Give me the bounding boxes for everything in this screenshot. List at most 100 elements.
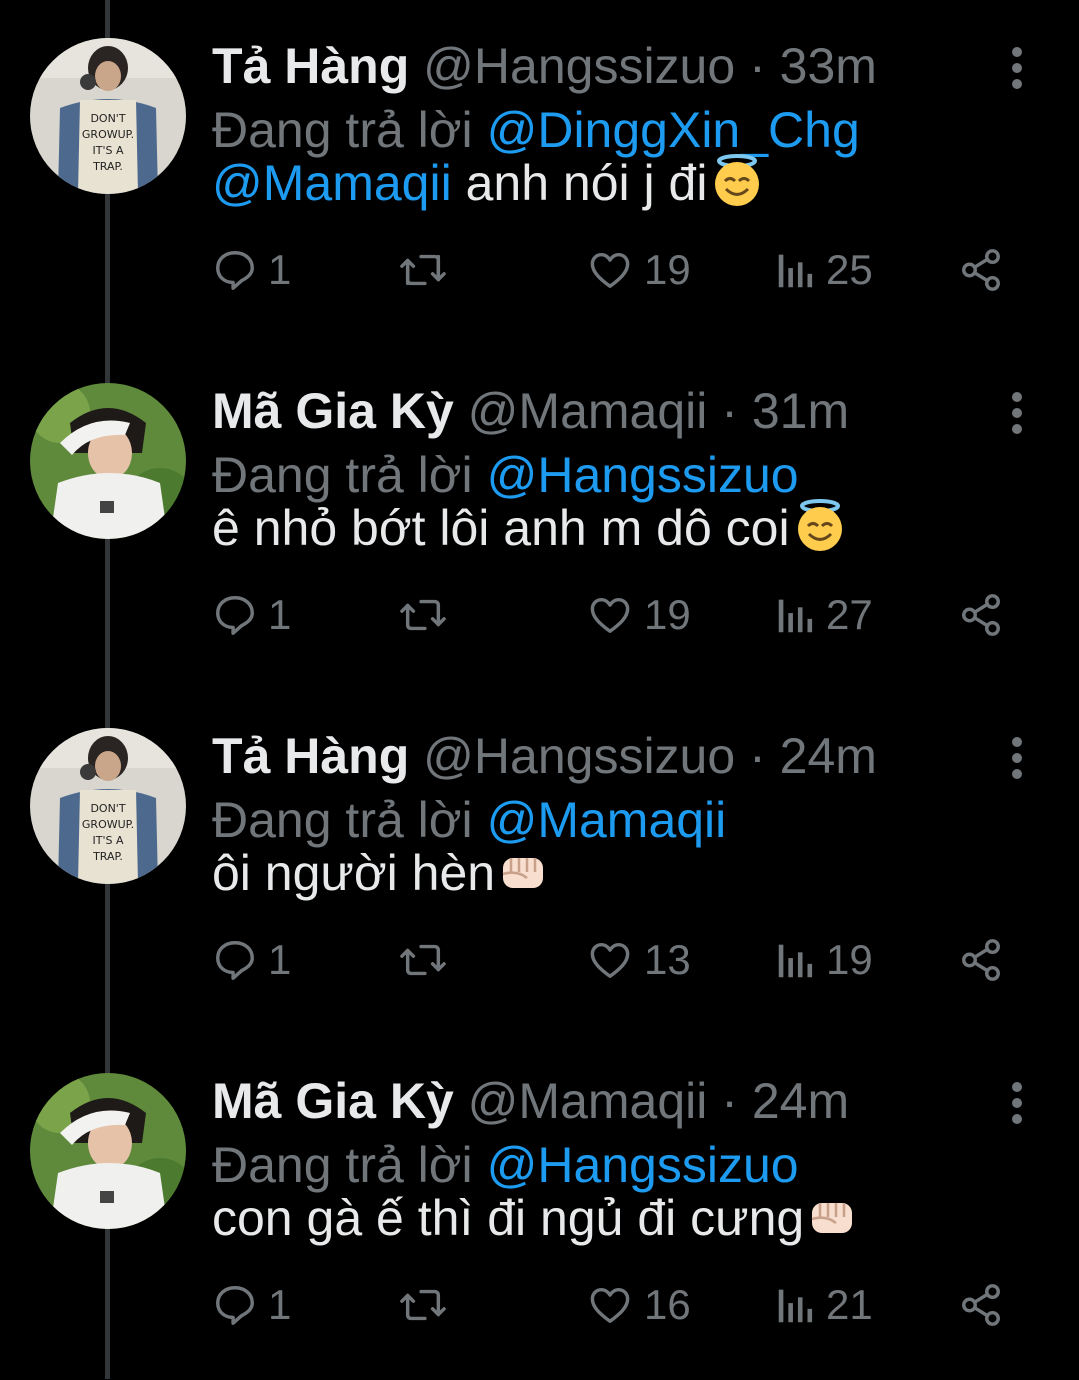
avatar-text: IT'S A: [93, 144, 124, 157]
share-button[interactable]: [958, 240, 1004, 300]
share-button[interactable]: [958, 930, 1004, 990]
avatar-text: DON'T: [90, 802, 125, 815]
timestamp[interactable]: 24m: [752, 1073, 849, 1129]
heart-icon: [586, 1282, 634, 1328]
display-name[interactable]: Tả Hàng: [212, 38, 409, 94]
view-count: 25: [826, 246, 873, 293]
tweet-text-content: anh nói j đi: [451, 155, 708, 211]
tweet-text: @Mamaqii anh nói j đi: [212, 150, 765, 224]
like-button[interactable]: 16: [586, 1275, 691, 1335]
user-handle[interactable]: @Mamaqii: [468, 383, 708, 439]
tweet-actions: 1 19 25: [212, 240, 1032, 300]
reply-button[interactable]: 1: [212, 1275, 291, 1335]
display-name[interactable]: Tả Hàng: [212, 728, 409, 784]
heart-icon: [586, 937, 634, 983]
avatar-text: GROWUP.: [82, 128, 134, 141]
retweet-button[interactable]: [398, 1275, 448, 1335]
analytics-icon: [776, 937, 816, 983]
share-icon: [958, 592, 1004, 638]
separator: ·: [749, 38, 766, 94]
tweet-text: con gà ế thì đi ngủ đi cưng: [212, 1185, 858, 1259]
timestamp[interactable]: 24m: [780, 728, 877, 784]
tweet-text: ê nhỏ bớt lôi anh m dô coi: [212, 495, 848, 569]
reply-count: 1: [268, 1281, 292, 1328]
avatar-text: DON'T: [90, 112, 125, 125]
tweet[interactable]: Mã Gia Kỳ @Mamaqii · 24m Đang trả lời @H…: [0, 1035, 1079, 1380]
tweet-text: ôi người hèn: [212, 840, 549, 914]
timestamp[interactable]: 33m: [780, 38, 877, 94]
like-count: 13: [644, 936, 691, 983]
retweet-icon: [398, 592, 448, 638]
view-count: 27: [826, 591, 873, 638]
tweet[interactable]: DON'T GROWUP. IT'S A TRAP. Tả Hàng @Hang…: [0, 0, 1079, 345]
avatar[interactable]: DON'T GROWUP. IT'S A TRAP.: [30, 728, 186, 884]
separator: ·: [721, 1073, 738, 1129]
like-button[interactable]: 19: [586, 240, 691, 300]
tweet-header: Tả Hàng @Hangssizuo · 33m: [212, 35, 877, 97]
display-name[interactable]: Mã Gia Kỳ: [212, 1073, 454, 1129]
tweet-text-content: con gà ế thì đi ngủ đi cưng: [212, 1190, 805, 1246]
tweet-actions: 1 16 21: [212, 1275, 1032, 1335]
reply-count: 1: [268, 246, 292, 293]
avatar[interactable]: [30, 1073, 186, 1229]
user-handle[interactable]: @Mamaqii: [468, 1073, 708, 1129]
like-count: 16: [644, 1281, 691, 1328]
tweet-header: Mã Gia Kỳ @Mamaqii · 24m: [212, 1070, 849, 1132]
more-options-icon[interactable]: [1000, 1077, 1034, 1129]
tweet-actions: 1 13 19: [212, 930, 1032, 990]
views-button[interactable]: 19: [776, 930, 873, 990]
retweet-icon: [398, 1282, 448, 1328]
reply-button[interactable]: 1: [212, 585, 291, 645]
retweet-button[interactable]: [398, 585, 448, 645]
reply-count: 1: [268, 936, 292, 983]
more-options-icon[interactable]: [1000, 42, 1034, 94]
avatar[interactable]: DON'T GROWUP. IT'S A TRAP.: [30, 38, 186, 194]
retweet-button[interactable]: [398, 240, 448, 300]
tweet-text-content: ôi người hèn: [212, 845, 496, 901]
view-count: 21: [826, 1281, 873, 1328]
tweet-header: Tả Hàng @Hangssizuo · 24m: [212, 725, 877, 787]
like-button[interactable]: 13: [586, 930, 691, 990]
share-icon: [958, 937, 1004, 983]
retweet-icon: [398, 247, 448, 293]
more-options-icon[interactable]: [1000, 387, 1034, 439]
tweet[interactable]: Mã Gia Kỳ @Mamaqii · 31m Đang trả lời @H…: [0, 345, 1079, 690]
share-button[interactable]: [958, 1275, 1004, 1335]
user-handle[interactable]: @Hangssizuo: [423, 38, 735, 94]
share-icon: [958, 247, 1004, 293]
oncoming-fist-icon: [806, 1191, 858, 1259]
reply-button[interactable]: 1: [212, 240, 291, 300]
like-button[interactable]: 19: [586, 585, 691, 645]
tweet[interactable]: DON'T GROWUP. IT'S A TRAP. Tả Hàng @Hang…: [0, 690, 1079, 1035]
reply-icon: [212, 1282, 258, 1328]
timestamp[interactable]: 31m: [752, 383, 849, 439]
views-button[interactable]: 25: [776, 240, 873, 300]
avatar-text: GROWUP.: [82, 818, 134, 831]
like-count: 19: [644, 246, 691, 293]
oncoming-fist-icon: [497, 846, 549, 914]
smiling-face-with-halo-icon: [709, 152, 765, 224]
retweet-icon: [398, 937, 448, 983]
mention-link[interactable]: @Mamaqii: [212, 155, 452, 211]
views-button[interactable]: 27: [776, 585, 873, 645]
avatar-text: TRAP.: [92, 160, 123, 173]
reply-count: 1: [268, 591, 292, 638]
share-icon: [958, 1282, 1004, 1328]
tweet-actions: 1 19 27: [212, 585, 1032, 645]
share-button[interactable]: [958, 585, 1004, 645]
more-options-icon[interactable]: [1000, 732, 1034, 784]
like-count: 19: [644, 591, 691, 638]
reply-icon: [212, 937, 258, 983]
smiling-face-with-halo-icon: [792, 497, 848, 569]
avatar-text: IT'S A: [93, 834, 124, 847]
retweet-button[interactable]: [398, 930, 448, 990]
avatar[interactable]: [30, 383, 186, 539]
tweet-header: Mã Gia Kỳ @Mamaqii · 31m: [212, 380, 849, 442]
reply-icon: [212, 592, 258, 638]
views-button[interactable]: 21: [776, 1275, 873, 1335]
display-name[interactable]: Mã Gia Kỳ: [212, 383, 454, 439]
analytics-icon: [776, 247, 816, 293]
tweet-text-content: ê nhỏ bớt lôi anh m dô coi: [212, 500, 790, 556]
reply-button[interactable]: 1: [212, 930, 291, 990]
user-handle[interactable]: @Hangssizuo: [423, 728, 735, 784]
